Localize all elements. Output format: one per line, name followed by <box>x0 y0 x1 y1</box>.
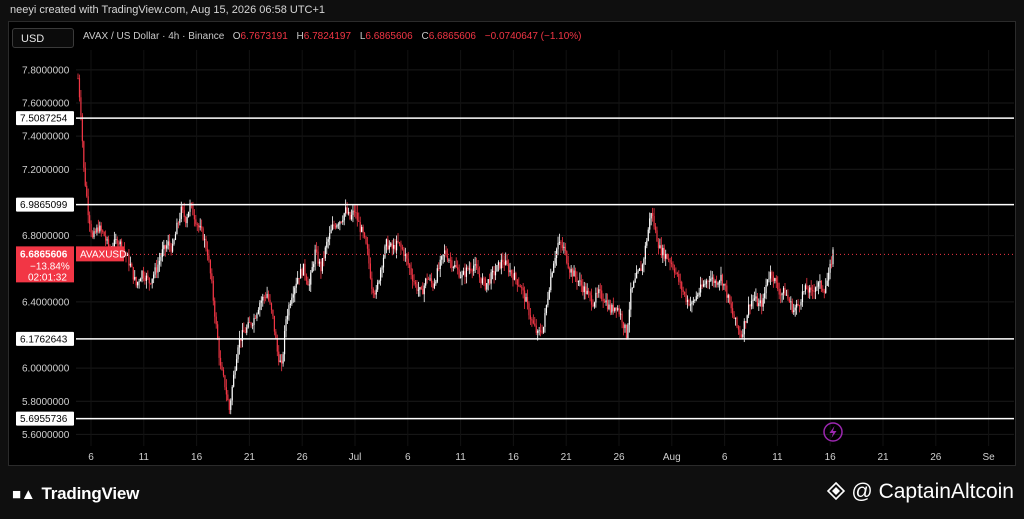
close-value: 6.6865606 <box>428 31 476 42</box>
low-value: 6.6865606 <box>365 31 413 42</box>
change-value: −0.0740647 (−1.10%) <box>484 31 582 42</box>
close-key: C <box>421 31 429 42</box>
attribution-text: neeyi created with TradingView.com, Aug … <box>10 4 326 16</box>
tradingview-logo: ■▲ TradingView <box>12 484 139 504</box>
credit-text: @ CaptainAltcoin <box>851 480 1014 503</box>
symbol-label: AVAX / US Dollar · 4h · Binance <box>83 31 225 42</box>
open-value: 6.7673191 <box>240 31 288 42</box>
high-value: 6.7824197 <box>303 31 352 42</box>
tradingview-mark-icon: ■▲ <box>12 486 36 503</box>
watermark-credit: @ CaptainAltcoin <box>827 480 1014 504</box>
diamond-logo-icon <box>827 482 846 500</box>
brand-text: TradingView <box>41 484 140 503</box>
chart-frame <box>8 21 1016 466</box>
currency-selector[interactable]: USD <box>12 28 74 48</box>
ohlc-legend: AVAX / US Dollar · 4h · Binance O6.76731… <box>83 31 588 42</box>
high-key: H <box>296 31 304 42</box>
